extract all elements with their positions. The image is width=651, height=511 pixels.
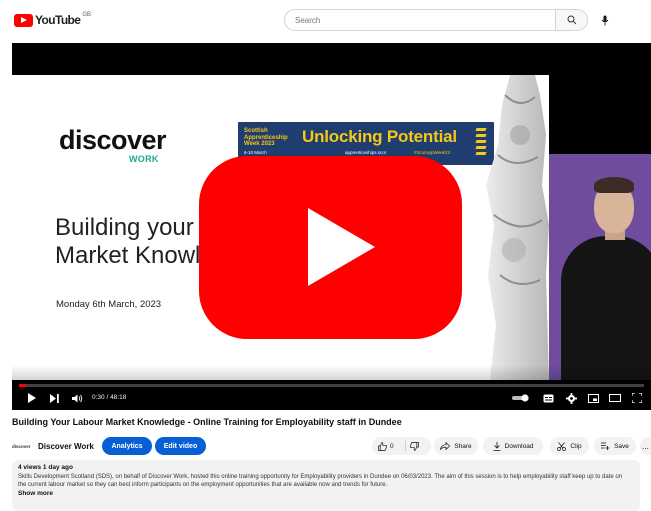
subtitles-icon xyxy=(543,394,553,402)
share-button[interactable]: Share xyxy=(434,437,478,455)
thumbs-down-icon xyxy=(410,441,419,451)
subtitles-button[interactable] xyxy=(541,391,555,405)
download-icon xyxy=(493,441,501,451)
theater-mode-button[interactable] xyxy=(608,391,622,405)
progress-bar[interactable] xyxy=(19,384,644,387)
statue-image xyxy=(486,75,549,380)
channel-name[interactable]: Discover Work xyxy=(38,442,94,451)
more-actions-button[interactable]: ... xyxy=(640,437,651,455)
progress-fill xyxy=(19,384,26,387)
video-title: Building Your Labour Market Knowledge - … xyxy=(12,417,402,427)
controls-gradient xyxy=(12,365,651,410)
view-count-date: 4 views 1 day ago xyxy=(18,464,73,471)
banner-url: apprenticeships.scot xyxy=(345,150,387,155)
dislike-button[interactable] xyxy=(410,437,419,455)
download-label: Download xyxy=(504,442,534,450)
speaker-hair xyxy=(594,177,634,193)
play-icon xyxy=(27,393,36,403)
slide-title-line-2: Market Knowle xyxy=(55,242,214,270)
share-icon xyxy=(440,442,451,450)
clip-icon xyxy=(557,441,567,451)
work-logo-text: WORK xyxy=(129,154,159,164)
fullscreen-icon xyxy=(632,393,642,403)
settings-button[interactable] xyxy=(564,391,578,405)
banner-line-1: Scottish xyxy=(244,128,268,134)
speaker-video-feed xyxy=(549,154,651,380)
fullscreen-button[interactable] xyxy=(630,391,644,405)
logo-text: YouTube xyxy=(35,13,81,27)
banner-line-3: Week 2023 xyxy=(244,141,275,148)
search-icon xyxy=(567,15,576,25)
clip-label: Clip xyxy=(570,442,582,450)
country-code: GB xyxy=(82,12,92,18)
search-button[interactable] xyxy=(555,9,588,31)
autoplay-toggle-icon xyxy=(512,394,529,402)
banner-left-text: Scottish Apprenticeship Week 2023 6-10 M… xyxy=(244,128,290,156)
banner-line-2: Apprenticeship xyxy=(244,134,288,141)
youtube-logo-icon xyxy=(14,13,33,27)
large-play-button[interactable] xyxy=(199,156,462,339)
speaker-body xyxy=(561,236,651,380)
save-label: Save xyxy=(614,442,629,450)
mic-icon xyxy=(601,15,609,25)
show-more-link[interactable]: Show more xyxy=(18,490,634,497)
time-display: 0:30 / 48:18 xyxy=(92,394,127,401)
autoplay-toggle[interactable] xyxy=(511,391,531,405)
like-divider xyxy=(405,441,406,451)
edit-video-button[interactable]: Edit video xyxy=(155,437,206,455)
miniplayer-icon xyxy=(587,393,599,403)
video-player[interactable]: discover WORK Scottish Apprenticeship We… xyxy=(12,43,651,410)
banner-title: Unlocking Potential xyxy=(302,127,457,146)
voice-search-button[interactable] xyxy=(596,11,614,29)
banner-dates: 6-10 March xyxy=(244,149,267,155)
thumbs-up-icon xyxy=(378,441,387,451)
like-button[interactable]: 0 xyxy=(378,437,394,455)
volume-icon xyxy=(71,394,82,402)
like-count: 0 xyxy=(390,442,394,450)
description-box[interactable]: 4 views 1 day ago Skills Development Sco… xyxy=(12,460,640,511)
slide-date: Monday 6th March, 2023 xyxy=(56,299,162,310)
next-icon xyxy=(49,393,59,403)
download-button[interactable]: Download xyxy=(483,437,543,455)
search-box xyxy=(284,9,555,31)
description-text: Skills Development Scotland (SDS), on be… xyxy=(18,474,622,489)
analytics-button[interactable]: Analytics xyxy=(102,437,152,455)
discover-logo-text: discover xyxy=(59,125,167,155)
save-icon xyxy=(601,442,610,450)
play-button[interactable] xyxy=(24,391,38,405)
masthead: YouTube GB xyxy=(0,0,651,40)
save-button[interactable]: Save xyxy=(594,437,636,455)
theater-icon xyxy=(609,394,621,402)
clip-button[interactable]: Clip xyxy=(550,437,589,455)
like-dislike-group: 0 xyxy=(372,437,431,455)
youtube-logo[interactable]: YouTube GB xyxy=(14,12,92,27)
search-input[interactable] xyxy=(285,10,555,31)
next-button[interactable] xyxy=(47,391,61,405)
share-label: Share xyxy=(454,442,472,450)
channel-avatar[interactable]: discover xyxy=(12,441,34,451)
banner-hashtag: #ScotAppWeek23 xyxy=(414,150,450,155)
settings-icon xyxy=(565,392,577,404)
miniplayer-button[interactable] xyxy=(586,391,600,405)
volume-button[interactable] xyxy=(70,391,84,405)
